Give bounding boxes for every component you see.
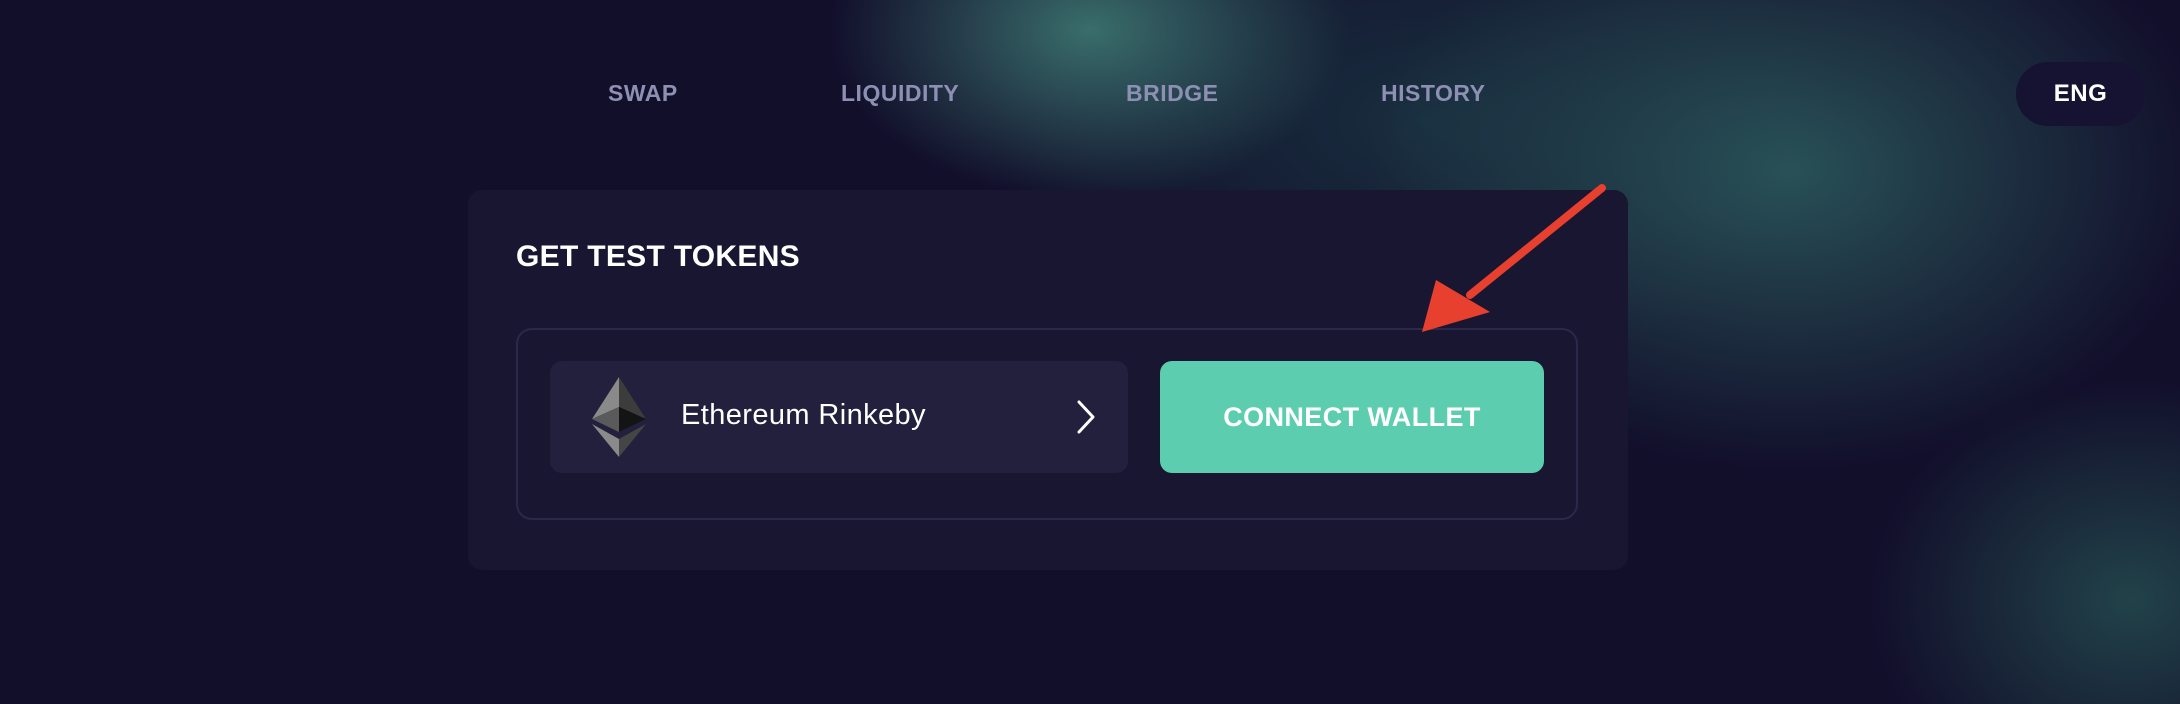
- nav-bridge[interactable]: BRIDGE: [1126, 80, 1218, 107]
- card-title: GET TEST TOKENS: [516, 240, 800, 273]
- chevron-right-icon: [1077, 400, 1095, 434]
- network-selector[interactable]: Ethereum Rinkeby: [550, 361, 1128, 473]
- network-label: Ethereum Rinkeby: [681, 399, 926, 431]
- nav-history[interactable]: HISTORY: [1381, 80, 1485, 107]
- language-button[interactable]: ENG: [2016, 62, 2145, 126]
- nav-swap[interactable]: SWAP: [608, 80, 678, 107]
- connect-wallet-button[interactable]: CONNECT WALLET: [1160, 361, 1544, 473]
- nav-liquidity[interactable]: LIQUIDITY: [841, 80, 959, 107]
- ethereum-icon: [592, 377, 646, 457]
- annotation-arrow: [1422, 184, 1606, 332]
- top-nav: SWAP LIQUIDITY BRIDGE HISTORY: [0, 70, 2180, 116]
- token-panel: Ethereum Rinkeby CONNECT WALLET: [516, 328, 1578, 520]
